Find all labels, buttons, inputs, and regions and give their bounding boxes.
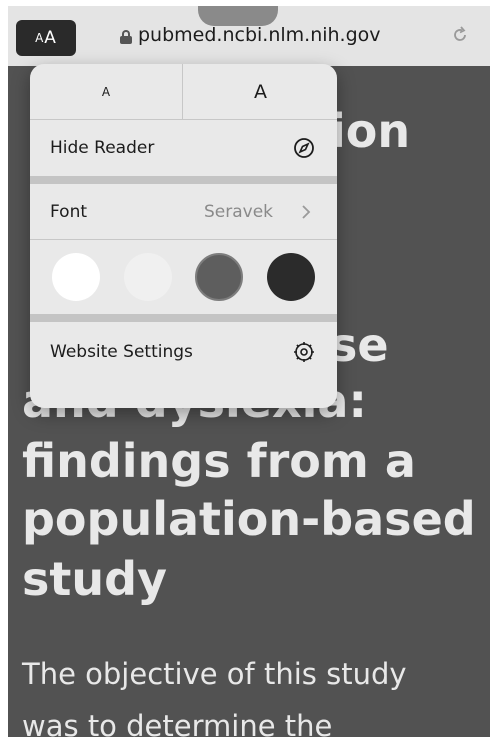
article-body-line: was to determine the xyxy=(22,709,333,737)
font-size-control: A A xyxy=(30,64,337,120)
gear-icon xyxy=(294,342,314,362)
compass-icon xyxy=(294,138,314,158)
font-label: Font xyxy=(50,202,88,222)
section-divider xyxy=(30,314,337,322)
article-title-line: findings from a xyxy=(22,434,416,488)
article-title-fragment: ion xyxy=(330,104,411,158)
aa-small-glyph: A xyxy=(35,31,45,45)
hide-reader-button[interactable]: Hide Reader xyxy=(30,120,337,176)
browser-window: ion se and dyslexia: findings from a pop… xyxy=(8,6,490,737)
reader-format-button[interactable]: AA xyxy=(16,20,76,56)
website-settings-button[interactable]: Website Settings xyxy=(30,324,337,380)
article-title-fragment: se xyxy=(330,318,389,372)
chevron-right-icon xyxy=(302,205,311,219)
lock-icon xyxy=(120,30,132,44)
theme-light-swatch[interactable] xyxy=(124,253,172,301)
url-text[interactable]: pubmed.ncbi.nlm.nih.gov xyxy=(138,24,381,46)
website-settings-label: Website Settings xyxy=(50,342,193,362)
theme-selector xyxy=(30,241,337,311)
article-title-line: population-based xyxy=(22,492,476,546)
decrease-font-button[interactable]: A xyxy=(30,64,183,120)
aa-large-glyph: A xyxy=(44,28,57,48)
increase-font-button[interactable]: A xyxy=(184,64,337,120)
reload-icon[interactable] xyxy=(450,25,470,45)
camera-notch xyxy=(198,6,278,26)
hide-reader-label: Hide Reader xyxy=(50,138,155,158)
reader-options-popover: A A Hide Reader Font Seravek Website Set… xyxy=(30,64,337,408)
article-title-line: study xyxy=(22,552,168,606)
address-bar: AA pubmed.ncbi.nlm.nih.gov xyxy=(8,6,490,66)
font-value: Seravek xyxy=(204,202,274,222)
theme-gray-swatch[interactable] xyxy=(195,253,243,301)
theme-white-swatch[interactable] xyxy=(52,253,100,301)
font-selector[interactable]: Font Seravek xyxy=(30,184,337,240)
theme-dark-swatch[interactable] xyxy=(267,253,315,301)
section-divider xyxy=(30,176,337,184)
article-body-line: The objective of this study xyxy=(22,657,407,691)
